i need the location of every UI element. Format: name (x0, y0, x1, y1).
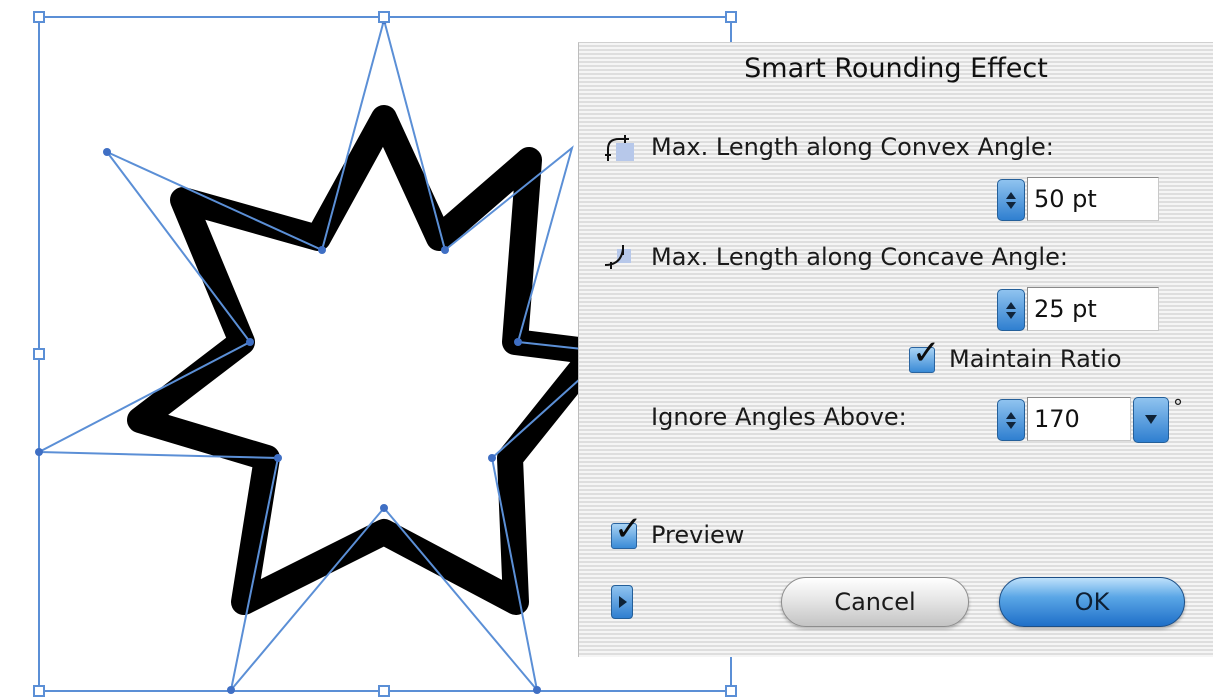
handle-top-center (378, 11, 390, 23)
ignore-angles-input[interactable] (1027, 397, 1131, 441)
handle-top-right (725, 11, 737, 23)
anchor-point (35, 448, 43, 456)
handle-bottom-center (378, 685, 390, 697)
handle-bottom-right (725, 685, 737, 697)
anchor-point (533, 686, 541, 694)
ignore-angles-label: Ignore Angles Above: (651, 403, 907, 431)
smart-rounding-dialog: Smart Rounding Effect Max. Length along … (578, 42, 1213, 657)
handle-top-left (33, 11, 45, 23)
anchor-point (318, 246, 326, 254)
preview-checkbox[interactable]: ✓ (611, 512, 643, 549)
degree-unit: ° (1173, 395, 1183, 419)
handle-bottom-left (33, 685, 45, 697)
disclosure-triangle-icon[interactable] (611, 585, 633, 619)
anchor-point (274, 454, 282, 462)
stepper-down-icon[interactable] (1006, 311, 1016, 319)
checkmark-icon: ✓ (912, 333, 941, 373)
ignore-angles-dropdown[interactable] (1133, 397, 1169, 443)
rounded-star-shape[interactable] (127, 105, 608, 615)
anchor-point (246, 338, 254, 346)
convex-stepper[interactable] (997, 179, 1025, 221)
anchor-point (441, 246, 449, 254)
ignore-angles-stepper[interactable] (997, 399, 1025, 441)
dialog-title: Smart Rounding Effect (744, 53, 1048, 84)
stepper-up-icon[interactable] (1006, 411, 1016, 419)
convex-angle-label: Max. Length along Convex Angle: (651, 133, 1054, 161)
convex-length-input[interactable] (1027, 177, 1159, 221)
preview-label: Preview (651, 521, 745, 549)
maintain-ratio-checkbox[interactable]: ✓ (909, 336, 941, 373)
stepper-down-icon[interactable] (1006, 201, 1016, 209)
handle-middle-left (33, 348, 45, 360)
cancel-button[interactable]: Cancel (781, 577, 969, 627)
concave-angle-label: Max. Length along Concave Angle: (651, 243, 1068, 271)
concave-stepper[interactable] (997, 289, 1025, 331)
stepper-up-icon[interactable] (1006, 301, 1016, 309)
checkmark-icon: ✓ (614, 509, 643, 549)
stepper-down-icon[interactable] (1006, 421, 1016, 429)
anchor-point (514, 338, 522, 346)
anchor-point (380, 504, 388, 512)
anchor-point (488, 454, 496, 462)
stepper-up-icon[interactable] (1006, 191, 1016, 199)
convex-angle-icon (605, 135, 634, 161)
maintain-ratio-label: Maintain Ratio (949, 345, 1122, 373)
anchor-point (227, 686, 235, 694)
concave-length-input[interactable] (1027, 287, 1159, 331)
anchor-point (103, 148, 111, 156)
ok-button[interactable]: OK (999, 577, 1185, 627)
concave-angle-icon (604, 245, 631, 269)
